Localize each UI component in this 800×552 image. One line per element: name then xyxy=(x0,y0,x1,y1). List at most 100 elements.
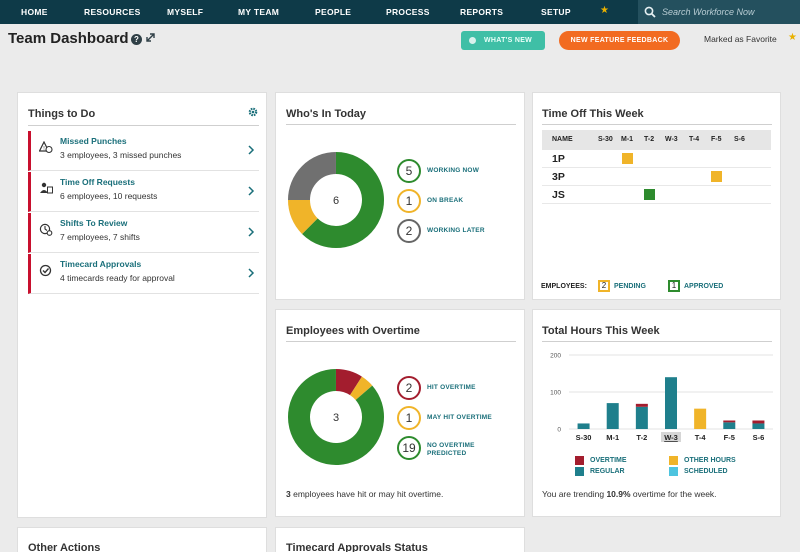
y-tick-label: 200 xyxy=(550,353,561,360)
overtime-donut: 3 xyxy=(288,369,384,465)
employee-initials: 1P xyxy=(552,153,565,165)
regular-legend-label: REGULAR xyxy=(590,468,625,475)
working-now-count[interactable]: 5 xyxy=(397,159,421,183)
x-tick-label: S-6 xyxy=(753,433,765,442)
overtime-card: Employees with Overtime 3 2 HIT OVERTIME… xyxy=(275,309,525,517)
nav-people[interactable]: PEOPLE xyxy=(315,7,351,17)
settings-gear-icon[interactable] xyxy=(248,107,258,117)
todo-item-shifts-to-review[interactable]: Shifts To Review 7 employees, 7 shifts xyxy=(28,213,259,253)
todo-subtitle: 4 timecards ready for approval xyxy=(60,273,175,283)
overtime-footnote: 3 employees have hit or may hit overtime… xyxy=(286,489,443,499)
y-tick-label: 100 xyxy=(550,390,561,397)
time-off-row[interactable] xyxy=(542,168,771,186)
x-tick-label: S-30 xyxy=(576,433,592,442)
x-tick-label: F-5 xyxy=(724,433,735,442)
hit-overtime-count[interactable]: 2 xyxy=(397,376,421,400)
overtime-divider xyxy=(286,341,516,342)
things-to-do-divider xyxy=(28,125,259,126)
overtime-trend-footnote: You are trending 10.9% overtime for the … xyxy=(542,489,717,499)
nav-myself[interactable]: MYSELF xyxy=(167,7,203,17)
working-later-count[interactable]: 2 xyxy=(397,219,421,243)
overtime-total: 3 xyxy=(333,412,339,424)
total-hours-title: Total Hours This Week xyxy=(542,325,660,337)
pending-legend-label: PENDING xyxy=(614,283,646,290)
day-header-f-5: F-5 xyxy=(711,136,722,143)
may-hit-overtime-label: MAY HIT OVERTIME xyxy=(427,414,492,421)
time-off-approved-mark[interactable] xyxy=(644,189,655,200)
scheduled-legend-swatch xyxy=(669,467,678,476)
nav-resources[interactable]: RESOURCES xyxy=(84,7,141,17)
time-off-pending-mark[interactable] xyxy=(622,153,633,164)
time-off-row[interactable] xyxy=(542,186,771,204)
chevron-right-icon xyxy=(248,268,255,278)
search-box[interactable] xyxy=(638,0,800,24)
pending-count-badge: 2 xyxy=(598,280,610,292)
x-tick-label: T-2 xyxy=(636,433,647,442)
whos-in-donut: 6 xyxy=(288,152,384,248)
chevron-right-icon xyxy=(248,186,255,196)
todo-subtitle: 6 employees, 10 requests xyxy=(60,191,158,201)
nav-setup[interactable]: SETUP xyxy=(541,7,571,17)
expand-icon[interactable] xyxy=(145,32,156,43)
time-off-title: Time Off This Week xyxy=(542,108,644,120)
whats-new-label: WHAT'S NEW xyxy=(484,37,533,44)
todo-item-timecard-approvals[interactable]: Timecard Approvals 4 timecards ready for… xyxy=(28,254,259,294)
trend-text-post: overtime for the week. xyxy=(630,489,717,499)
whos-in-card: Who's In Today 6 5 WORKING NOW 1 ON BREA… xyxy=(275,92,525,300)
approved-count-badge: 1 xyxy=(668,280,680,292)
favorite-star-icon[interactable]: ★ xyxy=(788,32,797,43)
employee-initials: JS xyxy=(552,189,565,201)
todo-title: Timecard Approvals xyxy=(60,259,142,269)
bar-segment-overtime xyxy=(752,420,765,424)
todo-item-missed-punches[interactable]: ! Missed Punches 3 employees, 3 missed p… xyxy=(28,131,259,171)
bar-segment-overtime xyxy=(635,403,648,407)
help-icon[interactable]: ? xyxy=(131,34,142,45)
working-later-segment xyxy=(288,152,337,201)
feature-feedback-button[interactable]: NEW FEATURE FEEDBACK xyxy=(559,31,680,50)
employee-initials: 3P xyxy=(552,171,565,183)
time-off-request-icon xyxy=(40,182,53,194)
nav-my-team[interactable]: MY TEAM xyxy=(238,7,279,17)
timecard-status-card: Timecard Approvals Status xyxy=(275,527,525,552)
todo-item-time-off-requests[interactable]: Time Off Requests 6 employees, 10 reques… xyxy=(28,172,259,212)
timecard-status-title: Timecard Approvals Status xyxy=(286,542,428,552)
total-hours-divider xyxy=(542,341,772,342)
nav-process[interactable]: PROCESS xyxy=(386,7,430,17)
todo-title: Missed Punches xyxy=(60,136,127,146)
nav-reports[interactable]: REPORTS xyxy=(460,7,503,17)
chevron-right-icon xyxy=(248,227,255,237)
day-header-t-4: T-4 xyxy=(689,136,700,143)
nav-home[interactable]: HOME xyxy=(21,7,48,17)
time-off-row[interactable] xyxy=(542,150,771,168)
x-tick-label: M-1 xyxy=(606,433,619,442)
whats-new-button[interactable]: WHAT'S NEW xyxy=(461,31,545,50)
chevron-right-icon xyxy=(248,145,255,155)
whos-in-total: 6 xyxy=(333,195,339,207)
things-to-do-card: Things to Do ! Missed Punches 3 employee… xyxy=(17,92,267,518)
scheduled-legend-label: SCHEDULED xyxy=(684,468,728,475)
time-off-divider xyxy=(542,124,772,125)
no-overtime-count[interactable]: 19 xyxy=(397,436,421,460)
bar-segment-overtime xyxy=(723,420,736,423)
search-input[interactable] xyxy=(662,7,792,17)
page-title: Team Dashboard xyxy=(8,30,129,47)
todo-subtitle: 3 employees, 3 missed punches xyxy=(60,150,182,160)
time-off-pending-mark[interactable] xyxy=(711,171,722,182)
favorites-star-icon[interactable]: ★ xyxy=(600,5,609,16)
y-tick-label: 0 xyxy=(557,427,561,434)
on-break-count[interactable]: 1 xyxy=(397,189,421,213)
bar-segment-regular xyxy=(723,422,736,429)
svg-text:!: ! xyxy=(43,146,45,152)
trend-value: 10.9% xyxy=(606,489,631,499)
bar-segment-regular xyxy=(635,406,648,429)
whats-new-dot-icon xyxy=(469,37,476,44)
bar-segment-regular xyxy=(752,423,765,429)
may-hit-overtime-count[interactable]: 1 xyxy=(397,406,421,430)
day-header-m-1: M-1 xyxy=(621,136,634,143)
approved-legend-label: APPROVED xyxy=(684,283,724,290)
todo-title: Shifts To Review xyxy=(60,218,128,228)
working-now-label: WORKING NOW xyxy=(427,167,480,174)
other-hours-legend-label: OTHER HOURS xyxy=(684,457,736,464)
bar-segment-regular xyxy=(665,377,677,429)
whos-in-divider xyxy=(286,124,516,125)
